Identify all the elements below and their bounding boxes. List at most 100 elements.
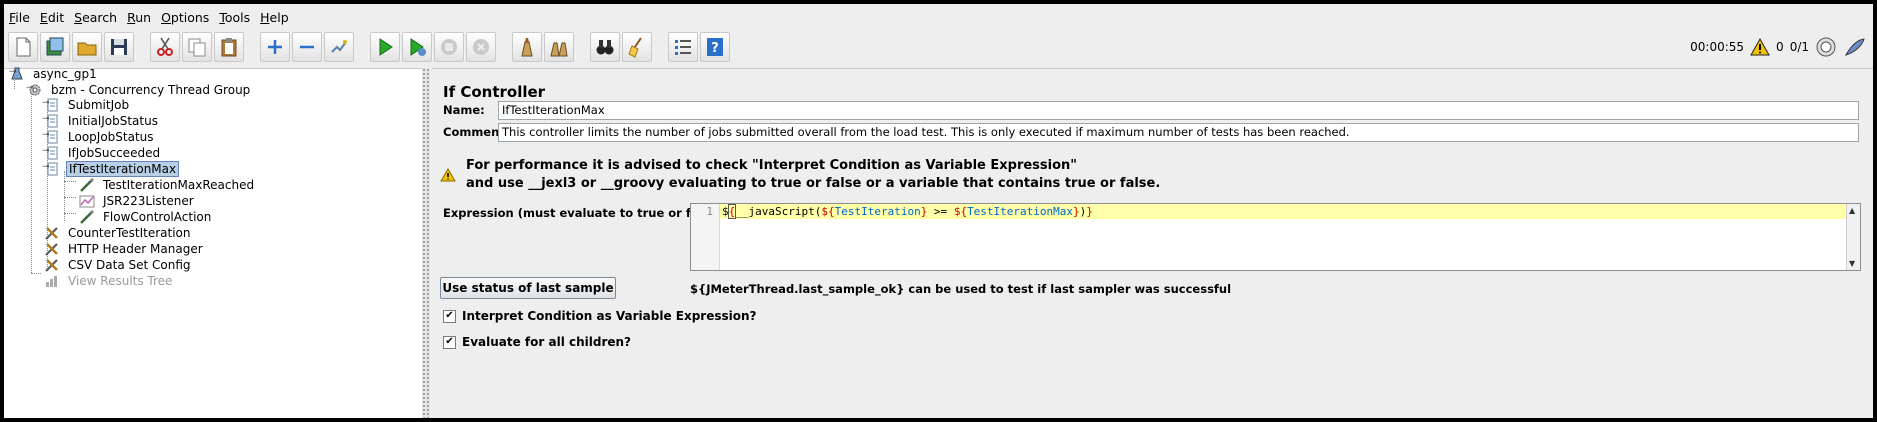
start-no-pauses-button[interactable] [402,32,432,62]
code-line[interactable]: ${__javaScript(${TestIteration} >= ${Tes… [720,204,1846,219]
help-icon: ? [707,38,723,56]
interpret-condition-row[interactable]: ✔ Interpret Condition as Variable Expres… [443,309,757,323]
comments-field[interactable]: This controller limits the number of job… [498,123,1859,142]
line-gutter: 1 [691,204,720,270]
evaluate-all-checkbox[interactable]: ✔ [443,335,456,349]
tree-toggle[interactable]: ⊸ [42,98,52,108]
remote-feather-icon[interactable] [1843,36,1867,58]
jmeter-window: File Edit Search Run Options Tools Help [4,4,1873,418]
tree-item-flowcontrolaction[interactable]: FlowControlAction [78,208,213,225]
open-icon [77,42,97,56]
stop-button[interactable] [434,32,464,62]
collapse-all-button[interactable] [292,32,322,62]
tree-item-testiterationmaxreached[interactable]: TestIterationMaxReached [78,176,256,193]
tree-toggle[interactable]: ⊸ [9,67,19,77]
config-icon [43,241,61,257]
clear-button[interactable] [512,32,542,62]
menu-help[interactable]: Help [255,10,294,25]
cut-button[interactable] [150,32,180,62]
warning-line-2: and use __jexl3 or __groovy evaluating t… [466,176,1161,191]
binoculars-icon [596,40,614,55]
config-icon [43,225,61,241]
results-icon [43,273,61,289]
clear-all-icon [550,42,568,57]
warning-icon[interactable] [1750,38,1770,56]
tree-item-submitjob[interactable]: SubmitJob [43,96,131,113]
code-token: } [1086,205,1093,218]
shutdown-button[interactable] [466,32,496,62]
clear-icon [521,38,533,57]
expression-label: Expression (must evaluate to true or fal… [443,206,723,220]
tree-item-initialjobstatus[interactable]: InitialJobStatus [43,112,160,129]
copy-icon [188,38,206,57]
tree-toggle[interactable]: ⊸ [42,162,52,172]
tree-item-iftestiterationmax[interactable]: IfTestIterationMax [43,160,180,177]
name-field[interactable]: IfTestIterationMax [498,101,1859,120]
name-label: Name: [443,103,485,117]
evaluate-all-label: Evaluate for all children? [462,335,632,349]
toggle-button[interactable] [324,32,354,62]
running-indicator-icon [1816,37,1836,57]
help-button[interactable]: ? [700,32,730,62]
menu-options[interactable]: Options [156,10,214,25]
templates-icon [46,37,64,56]
clear-all-button[interactable] [544,32,574,62]
tree-item-http-header-manager[interactable]: HTTP Header Manager [43,240,205,257]
error-count: 0 [1776,40,1784,54]
editor-scrollbar[interactable]: ▲ ▼ [1846,204,1860,270]
use-status-button[interactable]: Use status of last sample [440,277,616,299]
reset-search-button[interactable] [622,32,652,62]
menu-file[interactable]: File [4,10,35,25]
tree-item-loopjobstatus[interactable]: LoopJobStatus [43,128,156,145]
templates-button[interactable] [40,32,70,62]
code-token: { [827,205,835,218]
toolbar: ? 00:00:55 0 0/1 [4,30,1873,68]
test-plan-tree: async_gp1 bzm - Concurrency Thread Group… [4,65,422,418]
menu-edit[interactable]: Edit [35,10,69,25]
copy-button[interactable] [182,32,212,62]
shutdown-icon [473,39,489,55]
tree-item-jsr223listener[interactable]: JSR223Listener [78,192,196,209]
scroll-up-icon[interactable]: ▲ [1849,206,1855,215]
new-icon [16,37,31,57]
menu-search[interactable]: Search [69,10,122,25]
start-no-pauses-icon [410,38,426,56]
line-number: 1 [706,205,713,218]
interpret-condition-checkbox[interactable]: ✔ [443,309,456,323]
start-button[interactable] [370,32,400,62]
tree-toggle[interactable]: ⊸ [42,114,52,124]
tree-item-view-results-tree[interactable]: View Results Tree [43,272,174,289]
menu-tools[interactable]: Tools [214,10,255,25]
scroll-down-icon[interactable]: ▼ [1849,259,1855,268]
expression-editor[interactable]: 1 ${__javaScript(${TestIteration} >= ${T… [690,203,1861,271]
broom-icon [628,37,642,58]
listener-icon [78,193,96,209]
open-button[interactable] [72,32,102,62]
tree-toggle[interactable]: ⊸ [42,146,52,156]
paste-button[interactable] [214,32,244,62]
tree-root[interactable]: async_gp1 [8,65,99,82]
tree-item-countertestiteration[interactable]: CounterTestIteration [43,224,192,241]
menu-run[interactable]: Run [122,10,156,25]
tree-toggle[interactable]: ⊸ [42,130,52,140]
active-threads: 0/1 [1789,40,1809,54]
expand-all-button[interactable] [260,32,290,62]
code-token: TestIteration [834,205,921,218]
sampler-icon [78,209,96,225]
toggle-icon [331,40,347,53]
tree-item-csv-data-set-config[interactable]: CSV Data Set Config [43,256,193,273]
function-helper-icon [675,40,691,55]
pane-splitter[interactable] [422,68,430,418]
tree-item-ifjobsucceeded[interactable]: IfJobSucceeded [43,144,162,161]
tree-toggle[interactable]: ⊸ [26,83,36,93]
evaluate-all-row[interactable]: ✔ Evaluate for all children? [443,335,631,349]
minus-icon [300,45,314,49]
stop-icon [441,39,457,55]
code-token: TestIterationMax [967,205,1074,218]
function-helper-button[interactable] [668,32,698,62]
new-button[interactable] [8,32,38,62]
status-area: 00:00:55 0 0/1 [1690,32,1867,62]
search-button[interactable] [590,32,620,62]
save-button[interactable] [104,32,134,62]
svg-text:?: ? [711,41,719,56]
